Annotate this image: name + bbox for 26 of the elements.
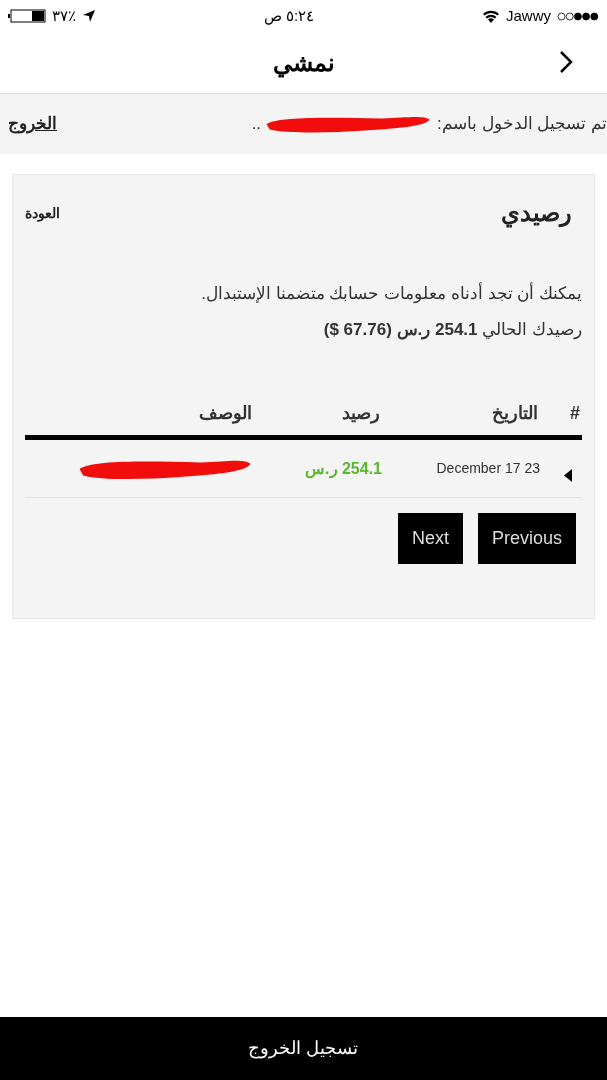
back-chevron-icon[interactable]: [559, 50, 573, 74]
wifi-icon: [481, 9, 500, 23]
amount-cell-text: 254.1 ر.س: [304, 458, 382, 481]
pagination-button[interactable]: Previous: [477, 513, 576, 564]
current-balance-text: رصيدك الحالي 254.1 ر.س (67.76 $): [322, 318, 582, 342]
column-header: #: [569, 402, 581, 425]
ellipsis-text: ..: [251, 113, 262, 136]
column-header: الوصف: [198, 402, 253, 426]
date-cell-text: December 17 23: [435, 459, 540, 478]
intro-text: يمكنك أن تجد أدناه معلومات حسابك متضمنا الإستبدال.: [200, 281, 582, 306]
back-link[interactable]: العودة: [25, 203, 60, 224]
status-time: ٥:٢٤ ص: [263, 5, 315, 27]
page-title: نمشي: [272, 47, 335, 80]
location-arrow-icon: [82, 9, 96, 23]
battery-icon: [8, 9, 46, 23]
column-header: التاريخ: [491, 402, 539, 426]
battery-percentage: ٣٧٪: [52, 5, 76, 26]
logout-link[interactable]: الخروج: [8, 111, 57, 137]
logout-tab[interactable]: تسجيل الخروج: [248, 1035, 359, 1062]
logged-in-label: تم تسجيل الدخول باسم:: [437, 113, 607, 136]
pagination-button[interactable]: Next: [397, 513, 463, 564]
card-title: رصيدي: [501, 198, 572, 230]
signal-icon: [557, 11, 599, 21]
carrier-name: Jawwy: [505, 5, 551, 26]
column-header: رصيد: [341, 402, 381, 426]
caret-left-icon[interactable]: [564, 469, 572, 482]
